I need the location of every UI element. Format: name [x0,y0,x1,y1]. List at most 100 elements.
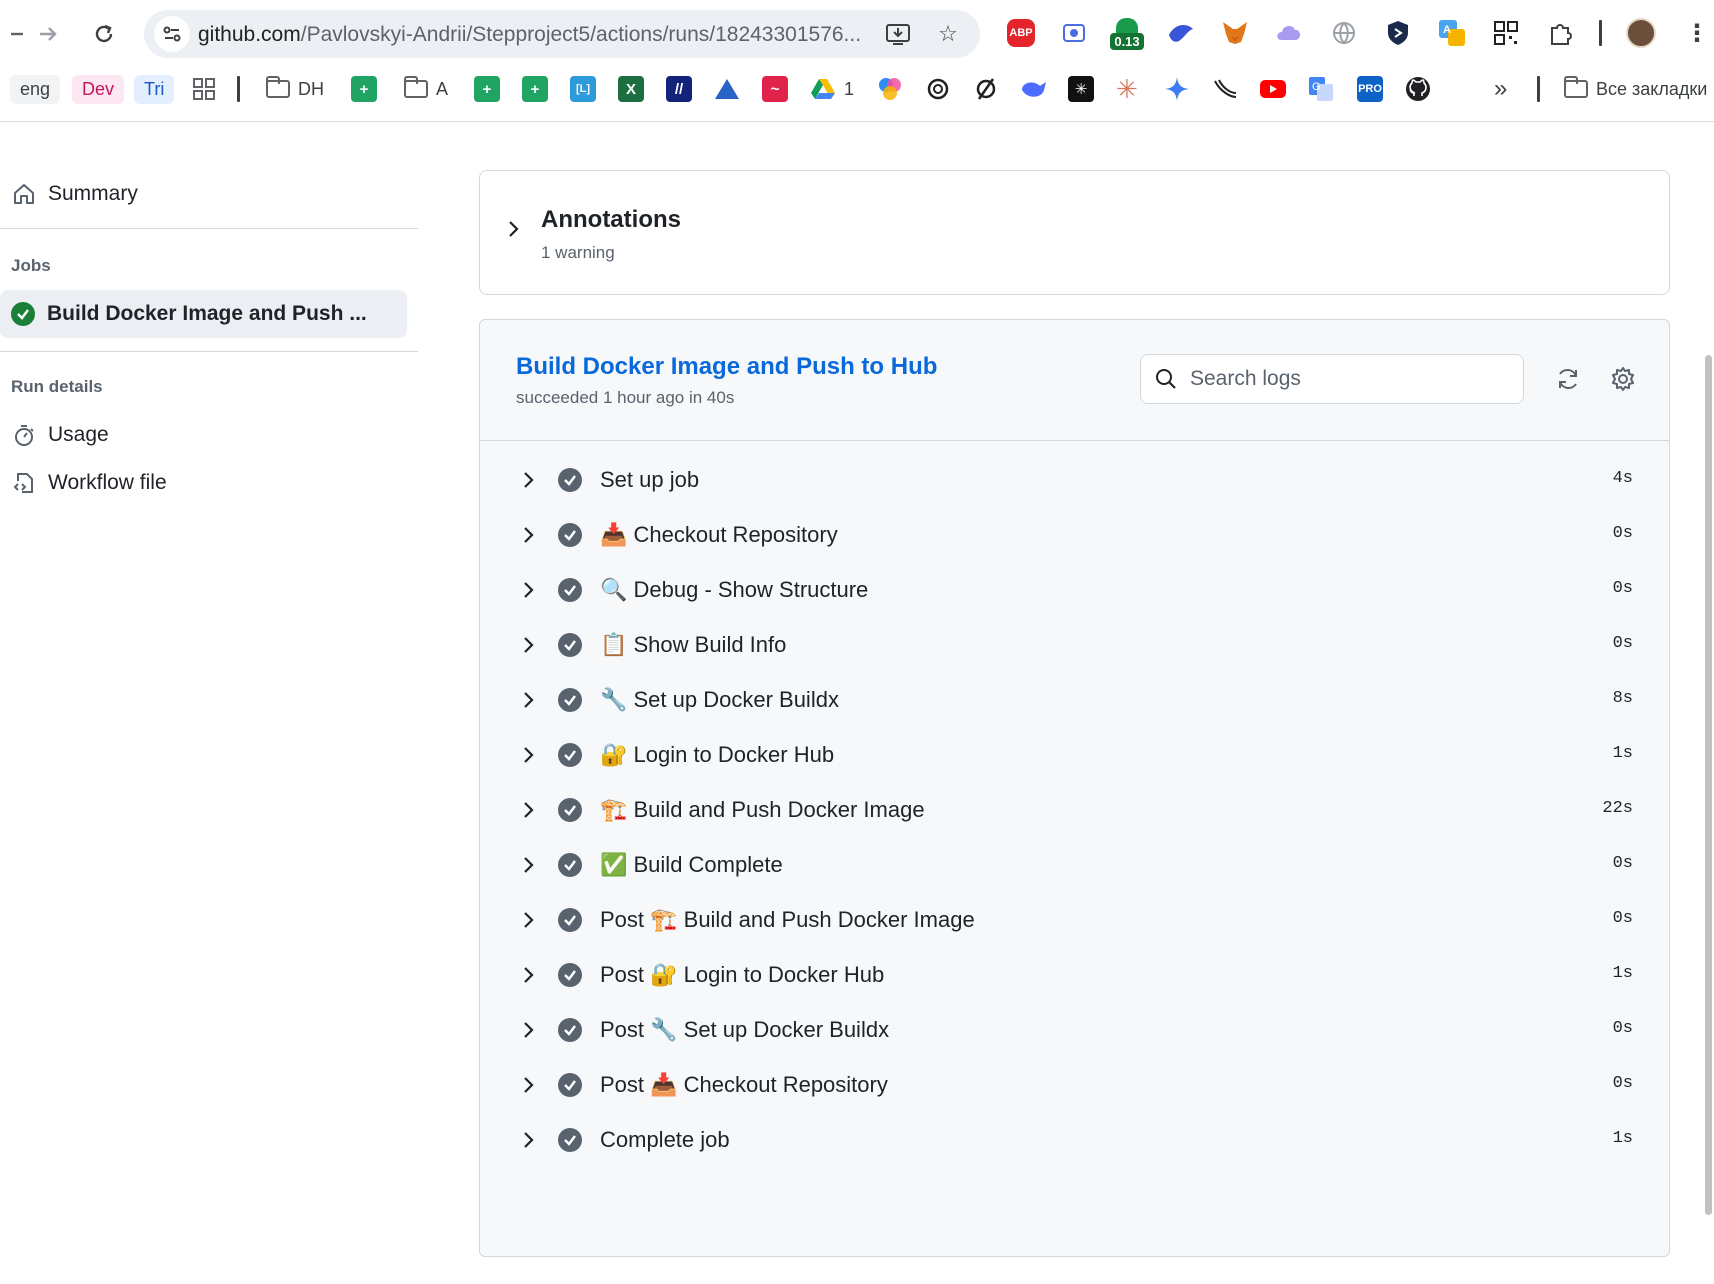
job-step-row[interactable]: Post 🏗️ Build and Push Docker Image 0s [480,892,1669,948]
bookmark-app-blue[interactable]: // [666,72,692,106]
step-success-icon [558,908,582,932]
translate-icon[interactable]: A [1435,16,1469,50]
page-scrollbar[interactable] [1705,355,1712,1215]
home-icon [10,182,38,206]
bookmark-folder-dh[interactable]: DH [266,72,324,106]
bookmark-star-icon[interactable]: ☆ [934,20,962,48]
bookmark-dev[interactable]: Dev [72,72,125,106]
chevron-right-icon[interactable] [522,1020,536,1045]
qr-icon[interactable] [1489,16,1523,50]
bookmark-drive[interactable]: 1 [810,72,854,106]
address-bar[interactable]: github.com/Pavlovskyi-Andrii/Stepproject… [144,10,980,58]
bookmark-gtranslate[interactable]: G [1308,72,1334,106]
bookmark-github[interactable] [1405,72,1431,106]
apps-grid-icon[interactable] [192,72,216,106]
refresh-icon[interactable] [1551,362,1585,396]
globe-icon[interactable] [1327,16,1361,50]
counter-badge-icon[interactable]: 0.13 [1110,16,1144,50]
chevron-right-icon[interactable] [522,855,536,880]
abp-icon[interactable]: ABP [1004,16,1038,50]
chevron-right-icon[interactable] [522,525,536,550]
bookmark-chatgpt[interactable] [925,72,951,106]
bookmark-sheets-3[interactable]: + [522,72,548,106]
bookmark-pro[interactable]: PRO [1357,72,1383,106]
puzzle-icon[interactable] [1544,16,1578,50]
profile-avatar[interactable] [1624,16,1658,50]
job-step-row[interactable]: Complete job 1s [480,1112,1669,1168]
metamask-fox-icon[interactable] [1218,16,1252,50]
bookmark-perplexity[interactable] [973,72,999,106]
job-step-row[interactable]: 🔐 Login to Docker Hub 1s [480,727,1669,783]
menu-icon[interactable]: ⋮ [1680,16,1714,50]
bookmark-gemini[interactable] [1164,72,1190,106]
bookmark-tri[interactable]: Tri [134,72,175,106]
bookmark-sheets-2[interactable]: + [474,72,500,106]
bookmark-deepseek[interactable] [1020,72,1048,106]
job-step-row[interactable]: 🔍 Debug - Show Structure 0s [480,562,1669,618]
step-success-icon [558,633,582,657]
bookmark-grok[interactable]: ✳ [1068,72,1094,106]
step-duration: 0s [1612,634,1633,653]
job-step-row[interactable]: 🔧 Set up Docker Buildx 8s [480,672,1669,728]
job-step-row[interactable]: Set up job 4s [480,452,1669,508]
screen-capture-icon[interactable] [1057,16,1091,50]
annotations-subtitle: 1 warning [541,243,615,262]
job-step-row[interactable]: Post 🔐 Login to Docker Hub 1s [480,947,1669,1003]
site-settings-icon[interactable] [154,16,190,52]
chevron-right-icon[interactable] [522,470,536,495]
bookmark-folder-a[interactable]: A [404,72,448,106]
chevron-right-icon[interactable] [522,690,536,715]
bookmark-claude[interactable]: ✳ [1116,72,1138,106]
bookmark-wave[interactable] [1212,72,1238,106]
bookmark-sheets-1[interactable]: + [351,72,377,106]
search-logs-input[interactable] [1190,367,1510,391]
chevron-right-icon[interactable] [522,745,536,770]
chevron-right-icon[interactable] [522,1130,536,1155]
job-step-row[interactable]: 📥 Checkout Repository 0s [480,507,1669,563]
bookmark-youtube[interactable] [1259,72,1287,106]
step-duration: 4s [1612,469,1633,488]
chevron-right-icon[interactable] [522,1075,536,1100]
forward-icon[interactable] [30,16,66,52]
bookmark-copilot[interactable] [877,72,903,106]
reload-icon[interactable] [86,16,122,52]
sidebar-item-job[interactable]: Build Docker Image and Push ... [0,290,407,338]
chevron-right-icon[interactable] [522,580,536,605]
step-success-icon [558,743,582,767]
chevron-right-icon[interactable] [522,800,536,825]
bookmark-eng-label: eng [10,74,61,104]
url-text[interactable]: github.com/Pavlovskyi-Andrii/Stepproject… [198,23,898,47]
sidebar-item-summary[interactable]: Summary [0,170,138,218]
chevron-right-icon[interactable] [507,219,521,244]
bookmark-l[interactable]: [L] [570,72,596,106]
job-step-row[interactable]: 📋 Show Build Info 0s [480,617,1669,673]
wave-icon [1214,79,1237,98]
sidebar-item-workflow-file[interactable]: Workflow file [0,459,167,507]
shield-icon[interactable] [1381,16,1415,50]
more-bookmarks-icon[interactable]: » [1494,72,1507,106]
sidebar-item-usage[interactable]: Usage [0,411,109,459]
bookmark-eng[interactable]: eng [10,72,61,106]
cloud-icon[interactable] [1272,16,1306,50]
annotations-panel[interactable]: Annotations 1 warning [479,170,1670,295]
bookmark-triangle[interactable] [714,72,740,106]
step-duration: 1s [1612,1129,1633,1148]
bookmark-pulse[interactable]: ~ [762,72,788,106]
all-bookmarks[interactable]: Все закладки [1564,72,1707,106]
job-step-row[interactable]: Post 🔧 Set up Docker Buildx 0s [480,1002,1669,1058]
job-title[interactable]: Build Docker Image and Push to Hub [516,353,937,381]
job-step-row[interactable]: 🏗️ Build and Push Docker Image 22s [480,782,1669,838]
gemini-icon [1165,77,1189,101]
search-logs-field[interactable] [1140,354,1524,404]
step-success-icon [558,688,582,712]
gear-icon[interactable] [1606,362,1640,396]
bird-icon[interactable] [1164,16,1198,50]
step-success-icon [558,963,582,987]
job-step-row[interactable]: ✅ Build Complete 0s [480,837,1669,893]
bookmark-excel[interactable]: X [618,72,644,106]
job-step-row[interactable]: Post 📥 Checkout Repository 0s [480,1057,1669,1113]
chevron-right-icon[interactable] [522,965,536,990]
install-app-icon[interactable] [884,20,912,48]
chevron-right-icon[interactable] [522,635,536,660]
chevron-right-icon[interactable] [522,910,536,935]
